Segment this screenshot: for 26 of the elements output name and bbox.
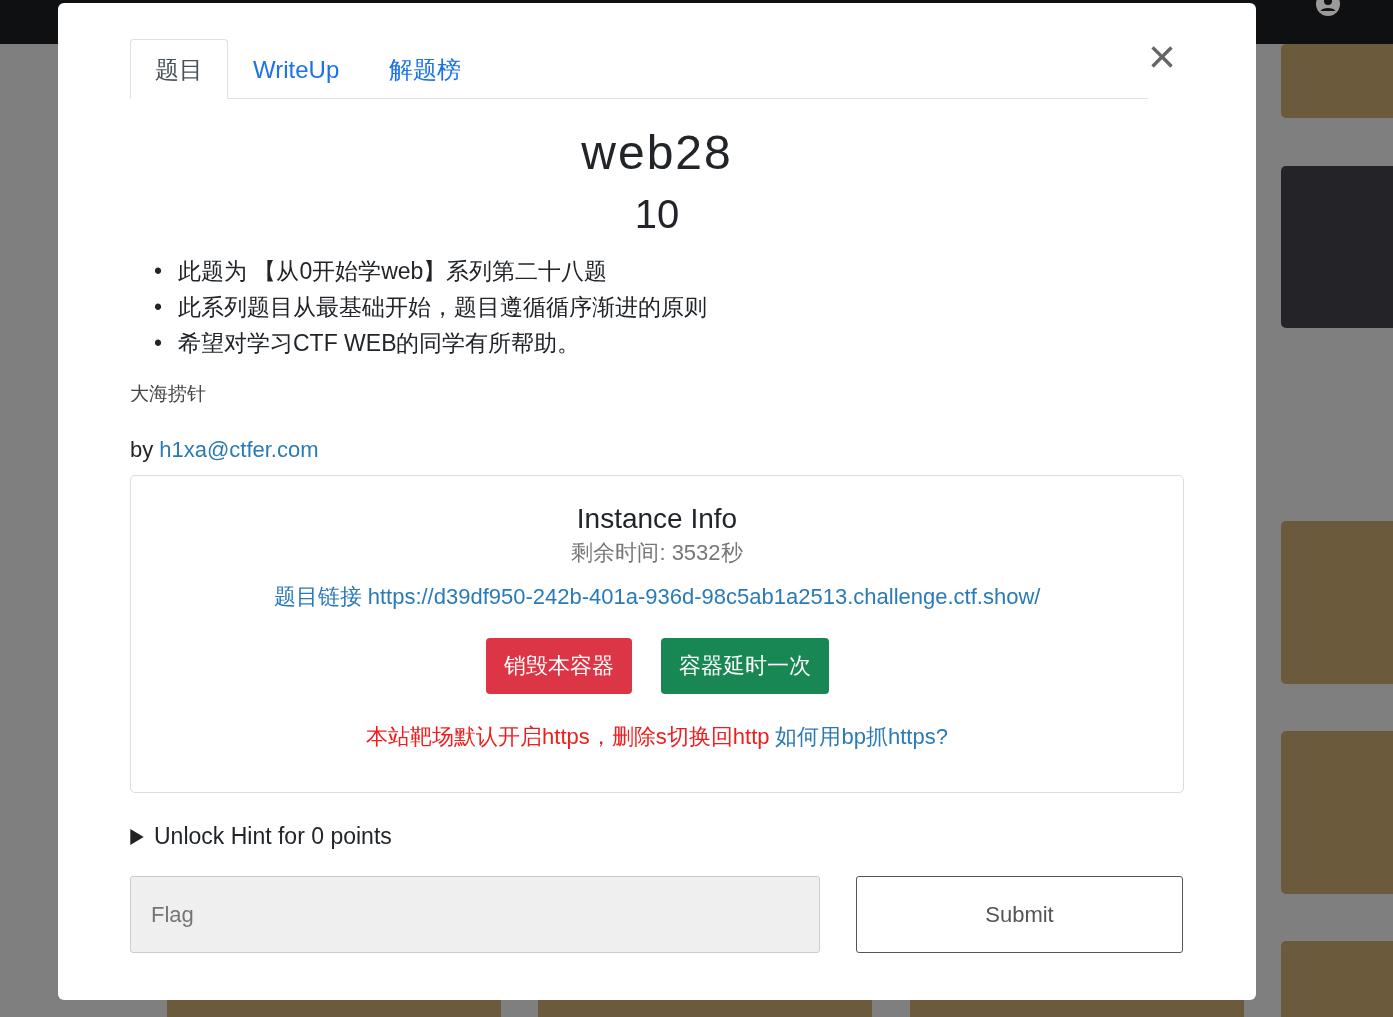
- instance-title: Instance Info: [576, 502, 738, 536]
- bullet: •: [154, 257, 164, 286]
- tab[interactable]: 解题榜: [364, 39, 487, 99]
- challenge-name: web28: [580, 125, 734, 181]
- bullet: •: [154, 293, 164, 322]
- container-button[interactable]: 销毁本容器: [485, 638, 632, 694]
- description-item: 希望对学习CTF WEB的同学有所帮助。: [178, 329, 581, 358]
- help-link[interactable]: 如何用bp抓https?: [775, 722, 948, 752]
- author-link[interactable]: h1xa@ctfer.com: [159, 437, 319, 463]
- description-item: 此题为 【从0开始学web】系列第二十八题: [178, 257, 608, 286]
- challenge-link[interactable]: 题目链接 https://d39df950-242b-401a-936d-98c5ab1a2513.challenge.ctf.show/: [273, 582, 1041, 612]
- tab[interactable]: WriteUp: [228, 39, 365, 99]
- submit-button[interactable]: Submit: [856, 876, 1183, 953]
- author-label: by: [130, 437, 154, 463]
- challenge-hint-text: 大海捞针: [130, 382, 206, 404]
- hint-toggle[interactable]: Unlock Hint for 0 points: [130, 823, 392, 850]
- https-notice: 本站靶场默认开启https，删除s切换回http: [366, 723, 770, 751]
- container-button[interactable]: 容器延时一次: [660, 638, 829, 694]
- remaining-time: 剩余时间: 3532秒: [571, 539, 743, 567]
- challenge-points: 10: [633, 191, 681, 238]
- caret-icon: [130, 828, 144, 845]
- close-button[interactable]: ×: [1147, 39, 1176, 75]
- flag-input[interactable]: Flag: [130, 876, 820, 953]
- description-item: 此系列题目从最基础开始，题目遵循循序渐进的原则: [178, 293, 707, 322]
- bullet: •: [154, 329, 164, 358]
- tab[interactable]: 题目: [130, 39, 228, 99]
